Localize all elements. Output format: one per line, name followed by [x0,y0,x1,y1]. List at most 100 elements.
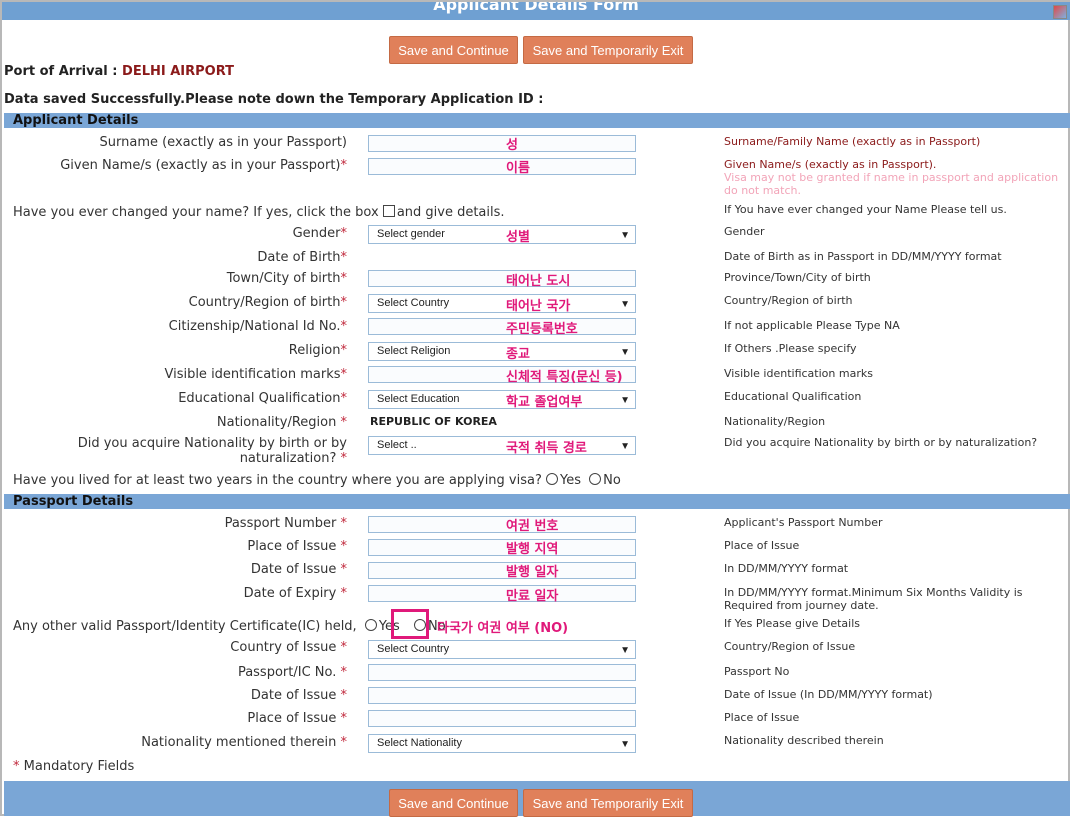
issue-date-input[interactable] [368,562,636,579]
marks-help: Visible identification marks [724,367,873,380]
given-name-help: Given Name/s (exactly as in Passport). [724,158,937,171]
issue-date-help: In DD/MM/YYYY format [724,562,849,575]
ic-nationality-help: Nationality described therein [724,734,884,747]
ic-country-select[interactable]: Select Country ▼ [368,640,636,659]
chevron-down-icon: ▼ [620,230,630,241]
port-label: Port of Arrival : [4,64,118,79]
expiry-annotation: 만료 일자 [506,589,559,604]
ic-no-input[interactable] [368,664,636,681]
ic-no-label: Passport/IC No. * [237,665,347,680]
ic-nationality-select[interactable]: Select Nationality ▼ [368,734,636,753]
other-passport-annotation: 타국가 여권 여부 (NO) [437,621,569,636]
lived-no-label: No [603,473,621,488]
form-title: Applicant Details Form [433,2,639,14]
other-passport-row: Any other valid Passport/Identity Certif… [13,619,446,634]
town-help: Province/Town/City of birth [724,271,871,284]
gender-annotation: 성별 [506,230,530,245]
expiry-input[interactable] [368,585,636,602]
education-select[interactable]: Select Education ▼ [368,390,636,409]
religion-select[interactable]: Select Religion ▼ [368,342,636,361]
given-name-input[interactable] [368,158,636,175]
lived-row: Have you lived for at least two years in… [13,473,621,488]
ic-date-input[interactable] [368,687,636,704]
education-help: Educational Qualification [724,390,862,403]
port-of-arrival: Port of Arrival : DELHI AIRPORT [4,64,234,79]
applicant-details-header: Applicant Details [4,113,1070,128]
changed-name-help: If You have ever changed your Name Pleas… [724,203,1007,216]
town-label: Town/City of birth* [226,271,347,286]
given-name-warning-2: do not match. [724,184,802,197]
mandatory-star: * [13,759,20,774]
nationality-value: REPUBLIC OF KOREA [370,415,497,428]
passport-details-header: Passport Details [4,494,1070,509]
passport-number-help: Applicant's Passport Number [724,516,883,529]
save-continue-button-top[interactable]: Save and Continue [389,36,518,64]
marks-label: Visible identification marks* [164,367,347,382]
surname-help: Surname/Family Name (exactly as in Passp… [724,135,981,148]
town-input[interactable] [368,270,636,287]
ic-country-help: Country/Region of Issue [724,640,856,653]
acquire-help: Did you acquire Nationality by birth or … [724,436,1038,449]
surname-label: Surname (exactly as in your Passport) [99,135,348,150]
citizenship-input[interactable] [368,318,636,335]
town-annotation: 태어난 도시 [506,274,571,289]
ic-country-label: Country of Issue * [230,640,347,655]
ic-no-help: Passport No [724,665,790,678]
education-label: Educational Qualification* [178,391,347,406]
chevron-down-icon: ▼ [620,395,630,406]
mandatory-note: * Mandatory Fields [13,759,134,774]
save-exit-button-top[interactable]: Save and Temporarily Exit [523,36,693,64]
religion-annotation: 종교 [506,347,530,362]
place-issue-input[interactable] [368,539,636,556]
issue-date-label: Date of Issue * [250,562,347,577]
given-name-label: Given Name/s (exactly as in your Passpor… [60,158,347,173]
ic-nationality-label: Nationality mentioned therein * [141,735,347,750]
acquire-label: Did you acquire Nationality by birth or … [77,436,347,451]
education-annotation: 학교 졸업여부 [506,395,583,410]
app-corner-icon [1053,5,1067,19]
save-continue-button-bottom[interactable]: Save and Continue [389,789,518,817]
given-name-warning: Visa may not be granted if name in passp… [724,171,1059,184]
header-band: Applicant Details Form [2,2,1070,20]
lived-no-radio[interactable] [589,473,602,485]
acquire-annotation: 국적 취득 경로 [506,441,587,456]
citizenship-annotation: 주민등록번호 [506,322,578,337]
save-exit-button-bottom[interactable]: Save and Temporarily Exit [523,789,693,817]
other-yes-radio[interactable] [364,619,377,631]
religion-label: Religion* [288,343,347,358]
citizenship-label: Citizenship/National Id No.* [168,319,347,334]
given-name-annotation: 이름 [506,161,530,176]
surname-input[interactable] [368,135,636,152]
gender-select[interactable]: Select gender ▼ [368,225,636,244]
citizenship-help: If not applicable Please Type NA [724,319,900,332]
acquire-select[interactable]: Select .. ▼ [368,436,636,455]
chevron-down-icon: ▼ [620,739,630,750]
chevron-down-icon: ▼ [620,299,630,310]
marks-annotation: 신체적 특징(문신 등) [506,370,623,385]
saved-message: Data saved Successfully.Please note down… [4,92,544,107]
expiry-label: Date of Expiry * [243,586,347,601]
country-birth-help: Country/Region of birth [724,294,853,307]
country-birth-select[interactable]: Select Country ▼ [368,294,636,313]
surname-annotation: 성 [506,138,518,153]
lived-yes-label: Yes [560,473,582,488]
gender-help: Gender [724,225,765,238]
ic-place-input[interactable] [368,710,636,727]
lived-yes-radio[interactable] [546,473,559,485]
chevron-down-icon: ▼ [620,645,630,656]
passport-number-annotation: 여권 번호 [506,519,559,534]
chevron-down-icon: ▼ [620,347,630,358]
changed-name-label: Have you ever changed your name? If yes,… [13,205,379,220]
ic-date-label: Date of Issue * [250,688,347,703]
place-issue-label: Place of Issue * [247,539,347,554]
port-value: DELHI AIRPORT [122,64,235,79]
passport-number-input[interactable] [368,516,636,533]
acquire-label-2: naturalization? * [239,451,347,466]
highlight-box [391,609,429,639]
expiry-help-2: Required from journey date. [724,599,879,612]
other-passport-help: If Yes Please give Details [724,617,861,630]
changed-name-checkbox[interactable] [382,205,395,217]
country-birth-annotation: 태어난 국가 [506,299,571,314]
issue-date-annotation: 발행 일자 [506,565,559,580]
mandatory-text: Mandatory Fields [23,759,135,774]
